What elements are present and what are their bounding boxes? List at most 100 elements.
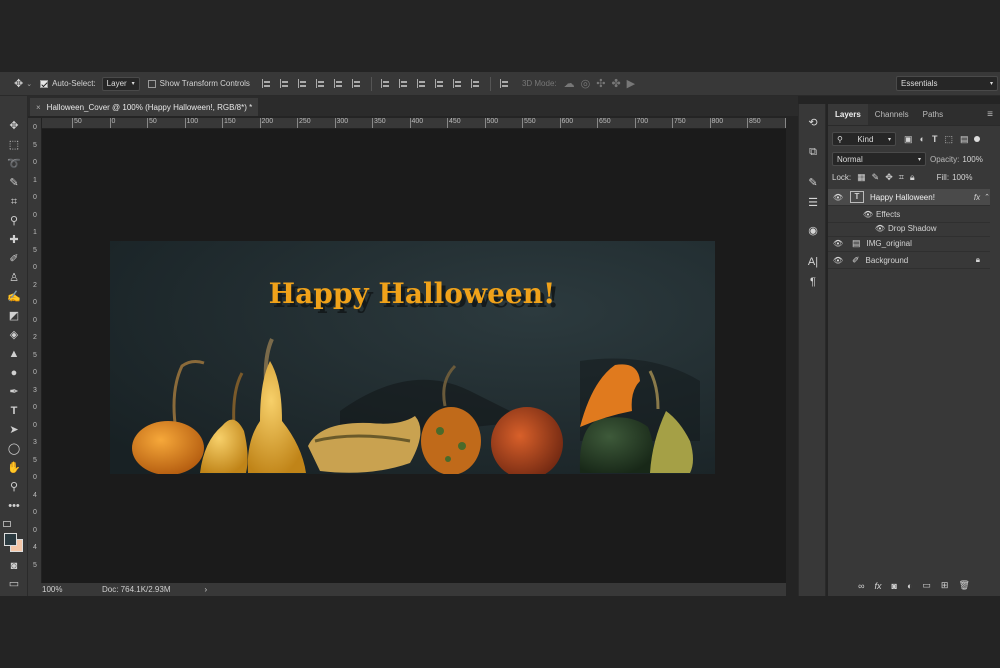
shape-tool-icon[interactable]: ◯: [5, 441, 23, 457]
opacity-field[interactable]: 100%: [962, 155, 986, 164]
layers-panel: Layers Channels Paths ≡ ⚲ Kind ▾ ▣ ◐ T ⬚ ▤…: [828, 104, 1000, 596]
lock-all-icon[interactable]: 🔒︎: [910, 172, 915, 183]
filter-type-icon[interactable]: T: [932, 134, 938, 144]
layer-row[interactable]: 👁︎ T Happy Halloween! fx ⌃: [828, 189, 990, 206]
quick-select-tool-icon[interactable]: ✎: [5, 175, 23, 191]
new-adjustment-icon[interactable]: ◐: [907, 581, 912, 591]
quick-mask-icon[interactable]: ◙: [5, 558, 23, 574]
auto-align-icon[interactable]: [499, 79, 510, 88]
auto-select-checkbox[interactable]: [40, 79, 49, 88]
panel-menu-icon[interactable]: ≡: [980, 104, 1000, 125]
screen-mode-icon[interactable]: ▭: [5, 576, 23, 592]
workspace-value: Essentials: [901, 79, 938, 88]
brush-layer-icon: ✐: [852, 254, 860, 265]
align-right-icon[interactable]: [351, 79, 362, 88]
status-menu-arrow[interactable]: ›: [204, 585, 207, 594]
history-brush-tool-icon[interactable]: ✍: [5, 289, 23, 305]
distribute-vcenter-icon[interactable]: [398, 79, 409, 88]
type-tool-icon[interactable]: T: [5, 403, 23, 419]
collapse-effects-icon[interactable]: ⌃: [984, 193, 990, 201]
distribute-top-icon[interactable]: [380, 79, 391, 88]
path-select-tool-icon[interactable]: ➤: [5, 422, 23, 438]
paragraph-panel-icon[interactable]: ¶: [806, 276, 820, 288]
foreground-color-swatch[interactable]: [4, 533, 17, 546]
more-tools-icon[interactable]: •••: [5, 498, 23, 514]
distribute-hcenter-icon[interactable]: [452, 79, 463, 88]
add-style-icon[interactable]: fx: [875, 581, 882, 591]
tab-layers[interactable]: Layers: [828, 104, 868, 125]
dodge-tool-icon[interactable]: ●: [5, 365, 23, 381]
visibility-eye-icon[interactable]: 👁︎: [832, 193, 844, 202]
tab-channels[interactable]: Channels: [868, 104, 916, 125]
zoom-level[interactable]: 100%: [42, 585, 102, 594]
tab-paths[interactable]: Paths: [916, 104, 950, 125]
move-tool-icon[interactable]: ✥: [5, 118, 23, 134]
close-tab-icon[interactable]: ×: [36, 103, 41, 112]
default-colors-icon[interactable]: [3, 521, 11, 527]
lock-transparent-icon[interactable]: ▦: [857, 172, 866, 183]
visibility-eye-icon[interactable]: 👁︎: [862, 210, 874, 219]
lock-position-icon[interactable]: ✥: [885, 172, 893, 183]
distribute-bottom-icon[interactable]: [416, 79, 427, 88]
eraser-tool-icon[interactable]: ◩: [5, 308, 23, 324]
filter-adjustment-icon[interactable]: ◐: [920, 134, 925, 144]
move-tool-icon[interactable]: ✥: [14, 77, 23, 90]
pan-3d-icon: ✣: [596, 78, 606, 90]
distribute-left-icon[interactable]: [434, 79, 445, 88]
filter-kind-dropdown[interactable]: ⚲ Kind ▾: [832, 132, 896, 146]
new-layer-icon[interactable]: ⊞: [941, 580, 949, 591]
clone-stamp-tool-icon[interactable]: ♙: [5, 270, 23, 286]
brush-tool-icon[interactable]: ✐: [5, 251, 23, 267]
auto-select-target-dropdown[interactable]: Layer ▾: [101, 76, 140, 91]
link-layers-icon[interactable]: ∞: [858, 581, 864, 591]
lasso-tool-icon[interactable]: ➰: [5, 156, 23, 172]
zoom-tool-icon[interactable]: ⚲: [5, 479, 23, 495]
document-canvas[interactable]: Happy Halloween! Happy Halloween!: [110, 241, 715, 474]
filter-smart-object-icon[interactable]: ▤: [960, 134, 969, 145]
paint-bucket-tool-icon[interactable]: ◈: [5, 327, 23, 343]
workspace-dropdown[interactable]: Essentials ▾: [896, 76, 998, 91]
align-vcenter-icon[interactable]: [279, 79, 290, 88]
align-bottom-icon[interactable]: [297, 79, 308, 88]
pen-tool-icon[interactable]: ✒: [5, 384, 23, 400]
document-tab[interactable]: × Halloween_Cover @ 100% (Happy Hallowee…: [30, 98, 259, 116]
healing-brush-tool-icon[interactable]: ✚: [5, 232, 23, 248]
ruler-tick-label: 800: [711, 118, 724, 125]
add-mask-icon[interactable]: ◙: [892, 581, 897, 591]
character-panel-icon[interactable]: A|: [806, 256, 820, 268]
blur-tool-icon[interactable]: ▲: [5, 346, 23, 362]
tool-preset-chevron-icon[interactable]: ⌄: [26, 80, 32, 88]
visibility-eye-icon[interactable]: 👁︎: [874, 224, 886, 233]
chevron-down-icon: ▾: [989, 81, 993, 87]
align-hcenter-icon[interactable]: [333, 79, 344, 88]
layer-row[interactable]: 👁︎ ▤ IMG_original: [828, 235, 990, 252]
filter-toggle-icon[interactable]: [974, 136, 981, 142]
filter-shape-icon[interactable]: ⬚: [944, 134, 953, 145]
fx-icon[interactable]: fx: [974, 193, 980, 202]
adjustments-panel-icon[interactable]: ☰: [806, 196, 820, 209]
crop-tool-icon[interactable]: ⌗: [5, 194, 23, 210]
lock-icon[interactable]: 🔒︎: [976, 255, 980, 265]
filter-kind-value: Kind: [857, 134, 874, 144]
visibility-eye-icon[interactable]: 👁︎: [832, 239, 844, 248]
layer-row[interactable]: 👁︎ ✐ Background 🔒︎: [828, 252, 990, 269]
marquee-tool-icon[interactable]: ⬚: [5, 137, 23, 153]
distribute-right-icon[interactable]: [470, 79, 481, 88]
delete-layer-icon[interactable]: 🗑︎: [958, 580, 969, 591]
eyedropper-tool-icon[interactable]: ⚲: [5, 213, 23, 229]
hand-tool-icon[interactable]: ✋: [5, 460, 23, 476]
new-group-icon[interactable]: ▭: [922, 580, 931, 591]
libraries-panel-icon[interactable]: ◉: [806, 224, 820, 237]
align-top-icon[interactable]: [261, 79, 272, 88]
history-panel-icon[interactable]: ⟲: [806, 116, 820, 129]
show-transform-checkbox[interactable]: [147, 79, 156, 88]
brushes-panel-icon[interactable]: ✎: [806, 176, 820, 189]
properties-panel-icon[interactable]: ⧉: [806, 146, 820, 159]
blend-mode-dropdown[interactable]: Normal ▾: [832, 152, 926, 166]
lock-artboard-icon[interactable]: ⌗: [899, 172, 904, 183]
visibility-eye-icon[interactable]: 👁︎: [832, 256, 844, 265]
align-left-icon[interactable]: [315, 79, 326, 88]
fill-field[interactable]: 100%: [952, 173, 972, 182]
lock-image-icon[interactable]: ✎: [872, 172, 880, 183]
filter-pixel-icon[interactable]: ▣: [904, 134, 913, 145]
